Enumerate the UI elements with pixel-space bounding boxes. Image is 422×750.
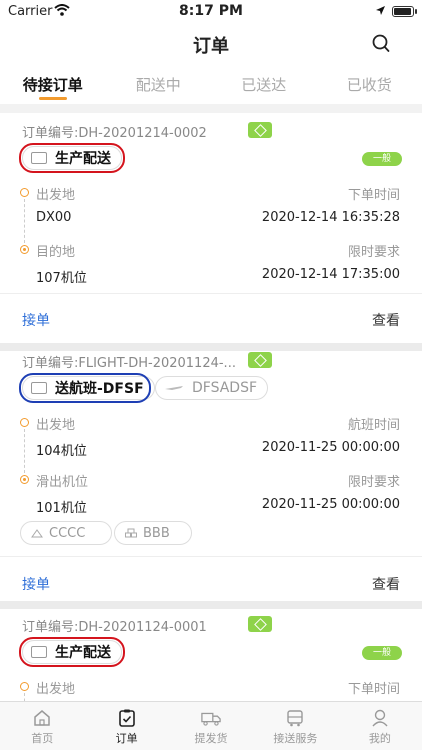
flight-time-label: 航班时间	[347, 418, 400, 433]
annotation-circle	[19, 637, 125, 667]
card-divider	[0, 556, 422, 557]
tabbar-orders[interactable]: 订单	[84, 702, 168, 750]
plane-icon	[165, 386, 183, 390]
origin-label: 出发地	[36, 682, 76, 697]
home-icon	[34, 710, 50, 726]
tabbar-profile-label: 我的	[368, 732, 391, 745]
order-card: 订单编号:DH-20201214-0002 生产配送 一般 出发地 下单时间 D…	[0, 113, 422, 343]
priority-badge: 一般	[362, 646, 402, 660]
tabbar-shuttle-label: 接送服务	[273, 732, 318, 745]
card-separator	[0, 601, 422, 609]
origin-dot-icon	[20, 418, 29, 427]
search-icon[interactable]	[372, 34, 390, 54]
order-status-tabs: 待接订单 配送中 已送达 已收货	[0, 64, 422, 104]
tag-chip: CCCC	[20, 521, 112, 545]
taxi-out-stand-label: 滑出机位	[36, 475, 89, 490]
deadline-value: 2020-12-14 17:35:00	[261, 267, 400, 282]
bus-icon	[287, 710, 304, 727]
package-tag-icon	[248, 352, 272, 368]
accept-order-button[interactable]: 接单	[22, 574, 50, 594]
clock: 8:17 PM	[179, 3, 243, 19]
cargo-icon	[125, 528, 137, 538]
page-title: 订单	[193, 36, 229, 57]
truck-icon	[201, 712, 221, 726]
view-order-button[interactable]: 查看	[372, 310, 400, 330]
tabbar-shuttle[interactable]: 接送服务	[253, 702, 337, 750]
destination-value: 107机位	[36, 271, 87, 286]
origin-value: 104机位	[36, 444, 87, 459]
accept-order-button[interactable]: 接单	[22, 310, 50, 330]
tabbar-orders-label: 订单	[115, 732, 138, 745]
card-divider	[0, 293, 422, 294]
tabbar-shipping[interactable]: 提发货	[169, 702, 253, 750]
tab-pending[interactable]: 待接订单	[0, 64, 106, 104]
destination-dot-icon	[20, 245, 29, 254]
user-icon	[372, 709, 388, 727]
origin-label: 出发地	[36, 188, 76, 203]
order-number: 订单编号:FLIGHT-DH-20201124-...	[22, 356, 236, 371]
nav-bar: 订单	[0, 24, 422, 64]
order-time-value: 2020-12-14 16:35:28	[261, 210, 400, 225]
view-order-button[interactable]: 查看	[372, 574, 400, 594]
flight-pill: DFSADSF	[155, 376, 269, 400]
origin-dot-icon	[20, 682, 29, 691]
status-bar: Carrier 8:17 PM	[0, 0, 422, 24]
deadline-value: 2020-11-25 00:00:00	[261, 497, 400, 512]
package-tag-icon	[248, 616, 272, 632]
origin-dot-icon	[20, 188, 29, 197]
card-separator	[0, 343, 422, 351]
bottom-tab-bar: 首页 订单 提发货 接送服务 我的	[0, 701, 422, 750]
destination-dot-icon	[20, 475, 29, 484]
taxi-out-stand-value: 101机位	[36, 501, 87, 516]
tag-chip: BBB	[114, 521, 192, 545]
tag-chip-label: BBB	[143, 525, 170, 541]
order-list: 订单编号:DH-20201214-0002 生产配送 一般 出发地 下单时间 D…	[0, 107, 422, 701]
battery-icon	[392, 6, 414, 17]
tabbar-home-label: 首页	[31, 732, 54, 745]
origin-label: 出发地	[36, 418, 76, 433]
order-card: 订单编号:FLIGHT-DH-20201124-... 送航班-DFSF DFS…	[0, 343, 422, 601]
tab-delivered[interactable]: 已送达	[211, 64, 317, 104]
route-line	[24, 199, 25, 243]
priority-badge: 一般	[362, 152, 402, 166]
package-tag-icon	[248, 122, 272, 138]
tag-chip-label: CCCC	[49, 525, 86, 541]
tab-received[interactable]: 已收货	[317, 64, 422, 104]
deadline-label: 限时要求	[347, 245, 400, 260]
order-number: 订单编号:DH-20201124-0001	[22, 620, 207, 635]
tab-delivering[interactable]: 配送中	[106, 64, 212, 104]
battery-tip	[415, 9, 417, 14]
tabbar-profile[interactable]: 我的	[338, 702, 422, 750]
flight-time-value: 2020-11-25 00:00:00	[261, 440, 400, 455]
tabbar-home[interactable]: 首页	[0, 702, 84, 750]
order-card: 订单编号:DH-20201124-0001 生产配送 一般 出发地 下单时间	[0, 601, 422, 701]
location-arrow-icon	[376, 6, 385, 15]
order-icon	[118, 709, 135, 727]
route-line	[24, 693, 25, 701]
order-time-label: 下单时间	[347, 188, 400, 203]
order-time-label: 下单时间	[347, 682, 400, 697]
deadline-label: 限时要求	[347, 475, 400, 490]
origin-value: DX00	[36, 210, 72, 225]
route-line	[24, 429, 25, 473]
order-number: 订单编号:DH-20201214-0002	[22, 126, 207, 141]
tabbar-shipping-label: 提发货	[194, 732, 228, 745]
destination-label: 目的地	[36, 245, 76, 260]
annotation-circle	[19, 373, 151, 403]
annotation-circle	[19, 143, 125, 173]
stand-icon	[31, 529, 43, 538]
flight-number: DFSADSF	[192, 380, 258, 396]
